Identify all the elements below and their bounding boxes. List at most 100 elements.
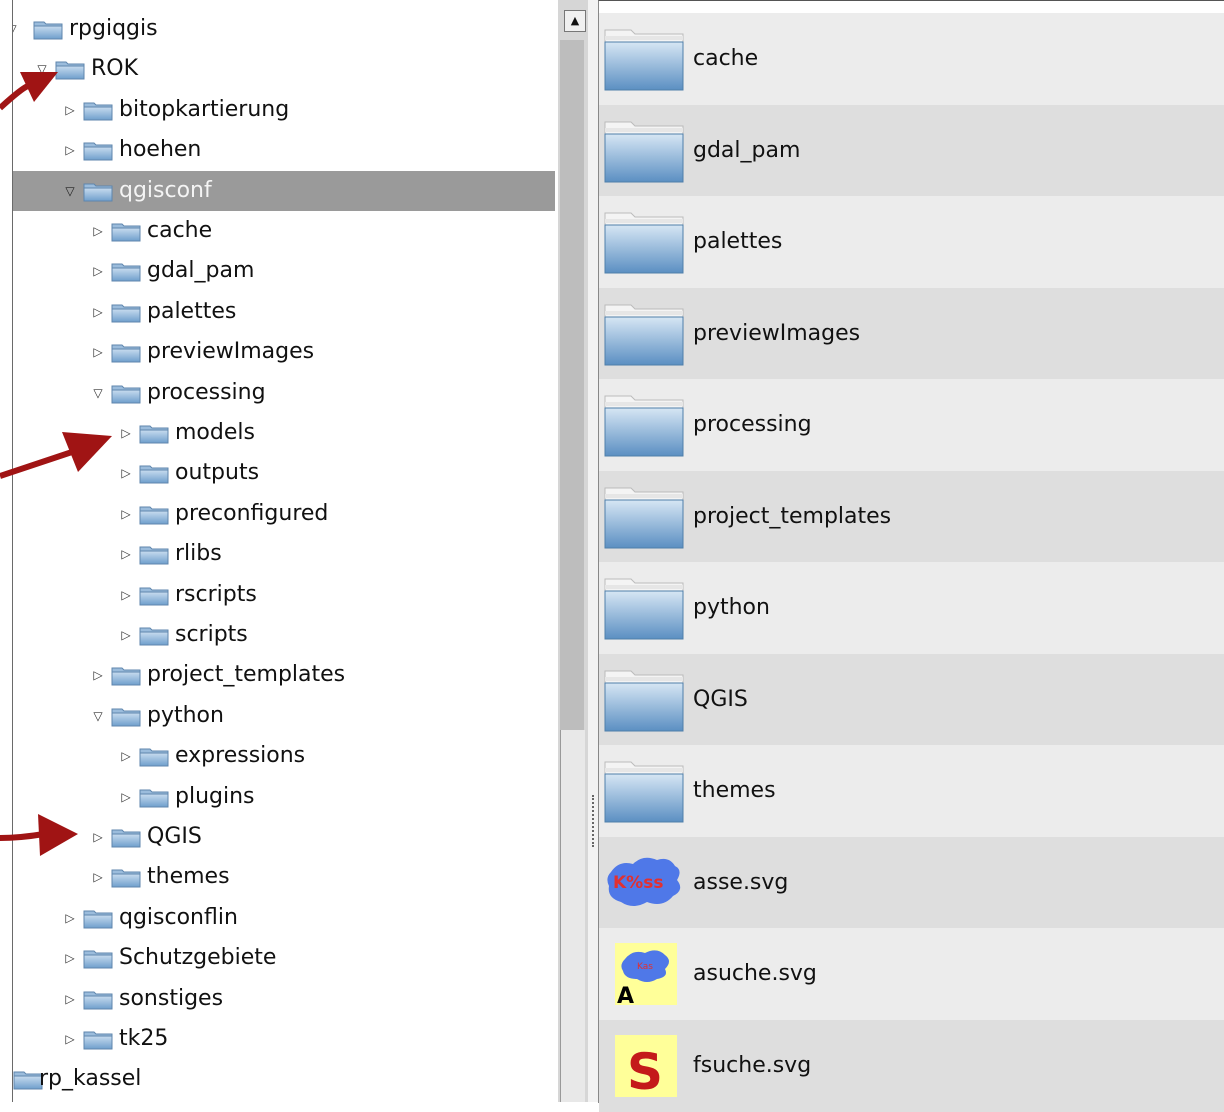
- tree-item-models[interactable]: ▷ models: [13, 413, 555, 453]
- tree-item-sonstiges[interactable]: ▷ sonstiges: [13, 979, 555, 1019]
- tree-item-scripts[interactable]: ▷ scripts: [13, 615, 555, 655]
- file-item-qgis[interactable]: QGIS: [599, 653, 1224, 746]
- scroll-up-arrow-icon[interactable]: ▲: [564, 10, 586, 32]
- tree-item-label: plugins: [175, 783, 255, 809]
- file-item-project-templates[interactable]: project_templates: [599, 470, 1224, 563]
- tree-item-outputs[interactable]: ▷ outputs: [13, 453, 555, 493]
- expand-arrow-icon[interactable]: ▷: [63, 130, 77, 170]
- expand-arrow-icon[interactable]: ▷: [119, 736, 133, 776]
- tree-item-expressions[interactable]: ▷ expressions: [13, 736, 555, 776]
- folder-icon: [603, 392, 685, 458]
- tree-item-preconfigured[interactable]: ▷ preconfigured: [13, 494, 555, 534]
- expand-arrow-icon[interactable]: ▷: [63, 1019, 77, 1059]
- folder-tree: ▽ rpgiqgis ▽ ROK ▷ bitopkartierung ▷ hoehen ▽ qgi…: [12, 0, 559, 1102]
- folder-icon: [111, 303, 141, 323]
- tree-item-qgisconf[interactable]: ▽ qgisconf: [13, 170, 555, 211]
- collapse-arrow-icon[interactable]: ▽: [91, 696, 105, 736]
- file-item-python[interactable]: python: [599, 562, 1224, 654]
- collapse-arrow-icon[interactable]: ▽: [91, 373, 105, 413]
- expand-arrow-icon[interactable]: ▷: [91, 332, 105, 372]
- folder-icon: [83, 949, 113, 969]
- file-item-asse-svg[interactable]: K%ss asse.svg: [599, 836, 1224, 929]
- expand-arrow-icon[interactable]: ▷: [119, 777, 133, 817]
- expand-arrow-icon[interactable]: ▷: [63, 898, 77, 938]
- tree-item-rp-kassel[interactable]: rp_kassel: [13, 1059, 555, 1099]
- expand-arrow-icon[interactable]: ▷: [91, 292, 105, 332]
- folder-icon: [139, 545, 169, 565]
- folder-icon: [139, 464, 169, 484]
- folder-icon: [83, 990, 113, 1010]
- folder-icon: [83, 909, 113, 929]
- expand-arrow-icon[interactable]: ▷: [119, 413, 133, 453]
- folder-icon: [111, 222, 141, 242]
- expand-arrow-icon[interactable]: ▷: [91, 655, 105, 695]
- scrollbar-track[interactable]: [560, 730, 585, 1102]
- expand-arrow-icon[interactable]: ▷: [91, 857, 105, 897]
- collapse-arrow-icon[interactable]: ▽: [63, 171, 77, 211]
- expand-arrow-icon[interactable]: ▷: [63, 938, 77, 978]
- tree-item-themes[interactable]: ▷ themes: [13, 857, 555, 897]
- file-icon-view: cache gdal_pam palettes previewImages proces…: [598, 0, 1224, 1112]
- scrollbar-thumb[interactable]: [560, 40, 584, 730]
- folder-icon: [111, 707, 141, 727]
- folder-icon: [603, 118, 685, 184]
- tree-item-bitopkartierung[interactable]: ▷ bitopkartierung: [13, 90, 555, 130]
- file-item-gdal-pam[interactable]: gdal_pam: [599, 104, 1224, 197]
- tree-item-cache[interactable]: ▷ cache: [13, 211, 555, 251]
- tree-item-label: preconfigured: [175, 500, 329, 526]
- folder-icon: [603, 484, 685, 550]
- tree-item-rscripts[interactable]: ▷ rscripts: [13, 575, 555, 615]
- tree-item-hoehen[interactable]: ▷ hoehen: [13, 130, 555, 170]
- tree-item-label: processing: [147, 379, 266, 405]
- tree-item-processing[interactable]: ▽ processing: [13, 373, 555, 413]
- tree-item-python[interactable]: ▽ python: [13, 696, 555, 736]
- tree-item-rlibs[interactable]: ▷ rlibs: [13, 534, 555, 574]
- splitter-grip-icon[interactable]: [592, 795, 596, 847]
- tree-item-label: qgisconflin: [119, 904, 238, 930]
- tree-scrollbar[interactable]: ▲: [558, 0, 588, 1102]
- file-item-previewimages[interactable]: previewImages: [599, 287, 1224, 380]
- expand-arrow-icon[interactable]: ▷: [119, 494, 133, 534]
- file-item-asuche-svg[interactable]: Kas Aasuche.svg: [599, 928, 1224, 1020]
- tree-item-qgis[interactable]: ▷ QGIS: [13, 817, 555, 857]
- tree-item-label: cache: [147, 218, 213, 243]
- file-item-processing[interactable]: processing: [599, 379, 1224, 471]
- tree-item-project-templates[interactable]: ▷ project_templates: [13, 655, 555, 695]
- tree-item-schutzgebiete[interactable]: ▷ Schutzgebiete: [13, 938, 555, 978]
- expand-arrow-icon[interactable]: ▷: [63, 979, 77, 1019]
- file-item-fsuche-svg[interactable]: Sfsuche.svg: [599, 1019, 1224, 1112]
- tree-item-label: models: [175, 420, 255, 445]
- tree-item-label: themes: [147, 864, 230, 890]
- folder-icon: [83, 141, 113, 161]
- expand-arrow-icon[interactable]: ▷: [119, 615, 133, 655]
- tree-item-palettes[interactable]: ▷ palettes: [13, 292, 555, 332]
- file-item-cache[interactable]: cache: [599, 13, 1224, 105]
- tree-item-label: tk25: [119, 1026, 169, 1051]
- collapse-arrow-icon[interactable]: ▽: [13, 9, 19, 49]
- splitter-handle[interactable]: [588, 0, 598, 1102]
- tree-item-previewimages[interactable]: ▷ previewImages: [13, 332, 555, 372]
- folder-icon: [139, 424, 169, 444]
- expand-arrow-icon[interactable]: ▷: [91, 251, 105, 291]
- file-item-palettes[interactable]: palettes: [599, 196, 1224, 288]
- tree-item-label: QGIS: [147, 824, 202, 849]
- tree-item-gdal-pam[interactable]: ▷ gdal_pam: [13, 251, 555, 291]
- search-map-icon-text: Kas: [637, 962, 653, 972]
- tree-item-tk25[interactable]: ▷ tk25: [13, 1019, 555, 1059]
- file-item-themes[interactable]: themes: [599, 745, 1224, 837]
- expand-arrow-icon[interactable]: ▷: [119, 534, 133, 574]
- folder-icon: [603, 575, 685, 641]
- tree-item-rpgiqgis[interactable]: ▽ rpgiqgis: [13, 9, 555, 49]
- expand-arrow-icon[interactable]: ▷: [119, 575, 133, 615]
- collapse-arrow-icon[interactable]: ▽: [35, 49, 49, 89]
- tree-item-plugins[interactable]: ▷ plugins: [13, 777, 555, 817]
- expand-arrow-icon[interactable]: ▷: [91, 211, 105, 251]
- tree-item-label: expressions: [175, 743, 306, 769]
- expand-arrow-icon[interactable]: ▷: [63, 90, 77, 130]
- tree-item-qgisconflin[interactable]: ▷ qgisconflin: [13, 898, 555, 938]
- tree-item-rok[interactable]: ▽ ROK: [13, 49, 555, 89]
- expand-arrow-icon[interactable]: ▷: [91, 817, 105, 857]
- tree-item-label: sonstiges: [119, 985, 224, 1011]
- expand-arrow-icon[interactable]: ▷: [119, 453, 133, 493]
- letter-s-icon-letter: S: [627, 1043, 663, 1099]
